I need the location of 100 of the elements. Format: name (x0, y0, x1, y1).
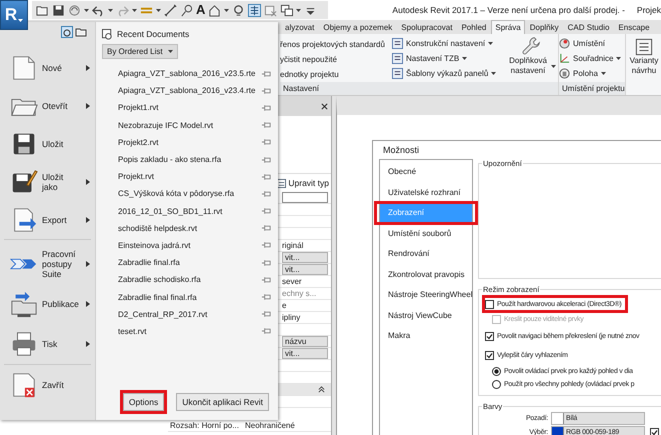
text-tool-button[interactable]: A (196, 3, 206, 17)
ribbon-tab[interactable]: Enscape (614, 20, 654, 34)
menu-command[interactable]: Uložit jako (4, 163, 91, 201)
collapse-icon[interactable] (318, 386, 325, 393)
pin-icon[interactable] (261, 121, 272, 130)
menu-button[interactable]: Options (122, 393, 164, 411)
ribbon-command[interactable]: yčistit nepoužité (280, 54, 392, 65)
dropdown-caret-icon[interactable] (296, 8, 302, 12)
recent-document-link[interactable]: Zabradlie final.rfa (118, 258, 180, 268)
ribbon-command[interactable]: Souřadnice (559, 52, 625, 64)
menu-command[interactable]: Pracovní postupy Suite (4, 244, 91, 284)
menu-command[interactable]: Zavřít (4, 365, 91, 405)
checkbox[interactable] (485, 300, 494, 308)
category-item[interactable]: Obecné (380, 163, 472, 180)
ribbon-command[interactable]: Konstrukční nastavení (392, 37, 504, 49)
dropdown-caret-icon[interactable] (108, 8, 113, 12)
close-icon[interactable] (321, 102, 328, 110)
pin-icon[interactable] (261, 86, 272, 95)
radio-button[interactable] (492, 366, 501, 376)
property-button[interactable]: vit... (282, 348, 328, 359)
pin-icon[interactable] (261, 156, 272, 164)
recent-document-link[interactable]: Projekt1.rvt (118, 103, 158, 112)
property-button[interactable]: vit... (282, 264, 328, 275)
property-button[interactable]: názvu (282, 336, 328, 347)
checkbox[interactable] (650, 428, 659, 435)
undo-icon[interactable] (92, 4, 105, 16)
recent-document-link[interactable]: Apiagra_VZT_sablona_2016_v23.4.rte (118, 86, 256, 96)
ribbon-tab[interactable]: Objemy a pozemek (319, 20, 396, 34)
menu-command[interactable]: Uložit (4, 125, 91, 163)
ribbon-tab[interactable]: Spolupracovat (397, 20, 456, 34)
dimension-icon[interactable] (164, 4, 177, 16)
menu-button[interactable]: Ukončit aplikaci Revit (176, 393, 269, 411)
category-item[interactable]: Uživatelské rozhraní (380, 184, 472, 201)
category-item[interactable]: Makra (380, 327, 472, 344)
save-icon[interactable] (52, 4, 65, 16)
pin-icon[interactable] (261, 190, 272, 198)
open-folder-icon[interactable] (36, 4, 49, 16)
ribbon-command[interactable]: Šablony výkazů panelů (392, 67, 504, 79)
category-item[interactable]: Nástroj ViewCube (380, 306, 472, 324)
thin-lines-icon[interactable] (248, 4, 262, 16)
pin-icon[interactable] (261, 241, 272, 250)
recent-document-link[interactable]: Einsteinova jadrá.rvt (118, 240, 190, 250)
menu-command[interactable]: Export (4, 201, 91, 239)
recent-document-link[interactable]: 2016_12_01_SO_BD1_11.rvt (118, 206, 222, 216)
recent-document-link[interactable]: D2_Central_RP_2017.rvt (118, 310, 208, 319)
category-item[interactable]: Zkontrolovat pravopis (380, 266, 472, 283)
property-button[interactable]: vit... (282, 252, 328, 263)
property-field[interactable] (282, 192, 328, 203)
ribbon-tab[interactable]: Pohled (457, 20, 490, 34)
recent-document-link[interactable]: schodiště helpdesk.rvt (118, 224, 198, 233)
design-options-button[interactable]: Varianty návrhu (626, 34, 661, 95)
recent-document-link[interactable]: Nezobrazuje IFC Model.rvt (118, 120, 214, 130)
open-documents-icon[interactable] (75, 26, 87, 38)
menu-command[interactable]: Tisk (4, 324, 91, 364)
dropdown-caret-icon[interactable] (84, 8, 89, 12)
recent-document-link[interactable]: Projekt2.rvt (118, 138, 158, 147)
recent-document-link[interactable]: Popis zakladu - ako stena.rfa (118, 155, 222, 164)
pin-icon[interactable] (261, 207, 272, 216)
light-bulb-icon[interactable] (232, 4, 246, 16)
recent-document-link[interactable]: Zabradlie schodisko.rfa (118, 275, 201, 284)
sort-dropdown[interactable]: By Ordered List (102, 44, 178, 59)
category-item[interactable]: Rendrování (380, 245, 472, 262)
sync-icon[interactable] (68, 4, 81, 16)
menu-command[interactable]: Publikace (4, 284, 91, 324)
dropdown-caret-icon[interactable] (224, 8, 230, 12)
pin-icon[interactable] (261, 104, 272, 112)
addins-settings-button[interactable]: Doplňková nastavení (504, 34, 558, 82)
ribbon-command[interactable]: Poloha (559, 67, 625, 79)
pin-icon[interactable] (261, 276, 272, 284)
menu-command[interactable]: Nové (4, 49, 91, 87)
radio-button[interactable] (492, 380, 501, 390)
recent-document-link[interactable]: teset.rvt (118, 326, 146, 336)
recent-documents-icon[interactable] (61, 26, 73, 38)
recent-document-link[interactable]: CS_Výšková kóta v pôdoryse.rfa (118, 189, 234, 198)
ribbon-tab[interactable]: Doplňky (526, 20, 563, 34)
application-menu-button[interactable]: R (0, 0, 28, 30)
pin-icon[interactable] (261, 310, 272, 318)
house-icon[interactable] (208, 4, 222, 16)
pin-icon[interactable] (261, 138, 272, 146)
checkbox[interactable] (485, 351, 494, 360)
recent-document-link[interactable]: Zabradlie final final.rfa (118, 292, 197, 302)
category-item[interactable]: Umístění souborů (380, 224, 472, 242)
ribbon-command[interactable]: řenos projektových standardů (280, 39, 392, 50)
menu-command[interactable]: Otevřít (4, 87, 91, 125)
dropdown-caret-icon[interactable] (132, 8, 137, 12)
pin-icon[interactable] (261, 293, 272, 302)
switch-windows-icon[interactable] (280, 4, 294, 16)
ribbon-command[interactable]: Nastavení TZB (392, 52, 504, 64)
ribbon-command[interactable]: ednotky projektu (280, 69, 392, 80)
ribbon-command[interactable]: Umístění (559, 37, 625, 49)
pin-icon[interactable] (261, 327, 272, 336)
pin-icon[interactable] (261, 70, 272, 78)
pin-icon[interactable] (261, 172, 272, 181)
ribbon-tab[interactable]: alyzovat (281, 20, 318, 34)
dropdown-caret-icon[interactable] (156, 8, 161, 12)
pin-icon[interactable] (261, 224, 272, 232)
recent-document-link[interactable]: Projekt.rvt (118, 172, 154, 182)
pin-icon[interactable] (261, 258, 272, 267)
ribbon-tab[interactable]: CAD Studio (564, 20, 614, 34)
recent-document-link[interactable]: Apiagra_VZT_sablona_2016_v23.5.rte (118, 69, 256, 78)
